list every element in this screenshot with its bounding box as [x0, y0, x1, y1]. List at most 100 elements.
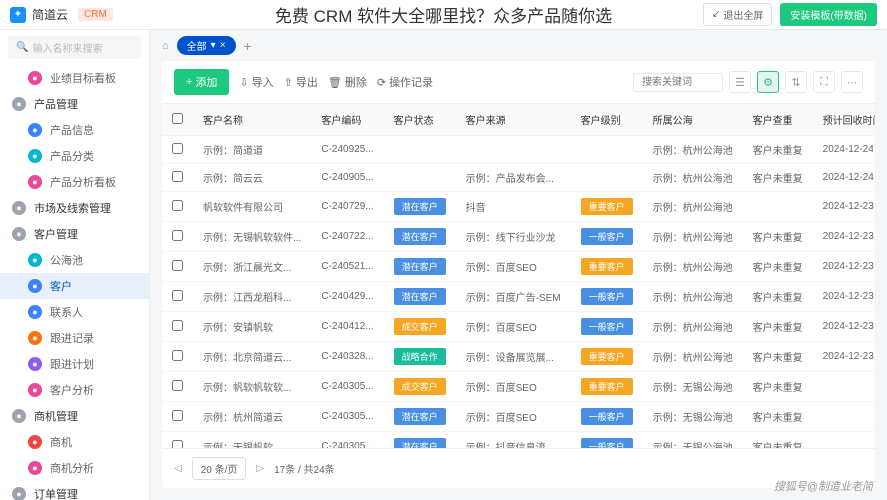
- table-row[interactable]: 示例：杭州简道云C-240305...潜在客户示例：百度SEO 一般客户示例：无…: [162, 402, 875, 432]
- sidebar-item[interactable]: ●产品管理: [0, 91, 149, 117]
- log-button[interactable]: ⟳ 操作记录: [377, 74, 433, 90]
- table-row[interactable]: 示例：帆软帆软软...C-240305...成交客户示例：百度SEO 重要客户示…: [162, 372, 875, 402]
- next-page-button[interactable]: ▷: [256, 463, 264, 474]
- nav-icon: ●: [28, 435, 42, 449]
- row-checkbox[interactable]: [172, 171, 183, 182]
- column-header[interactable]: 客户来源: [456, 104, 571, 136]
- sidebar-item[interactable]: ●客户管理: [0, 221, 149, 247]
- logo-area: ✦ 简道云 CRM: [10, 6, 113, 23]
- import-button[interactable]: ⇩ 导入: [239, 74, 273, 90]
- tab-add-button[interactable]: +: [244, 38, 252, 54]
- column-header[interactable]: 客户状态: [384, 104, 456, 136]
- sidebar-item[interactable]: ●联系人: [0, 299, 149, 325]
- prev-page-button[interactable]: ◁: [174, 463, 182, 474]
- sidebar-item[interactable]: ●客户分析: [0, 377, 149, 403]
- row-checkbox[interactable]: [172, 143, 183, 154]
- table-row[interactable]: 示例：浙江晨光文...C-240521...潜在客户示例：百度SEO 重要客户示…: [162, 252, 875, 282]
- column-header[interactable]: [162, 104, 193, 136]
- nav-icon: ●: [28, 279, 42, 293]
- table-wrap[interactable]: 客户名称客户编码客户状态客户来源客户级别所属公海客户查重预计回收时间所属行业客 …: [162, 104, 875, 448]
- sidebar-item[interactable]: ●商机分析: [0, 455, 149, 481]
- column-header[interactable]: 客户级别: [571, 104, 643, 136]
- close-icon[interactable]: ×: [220, 40, 226, 51]
- nav-icon: ●: [12, 409, 26, 423]
- settings-icon[interactable]: ⚙: [757, 71, 779, 93]
- logo-icon: ✦: [10, 7, 26, 23]
- column-header[interactable]: 客户编码: [311, 104, 383, 136]
- main-area: ⌂ 全部 ▾ × + + 添加 ⇩ 导入 ⇧ 导出 🗑 删除 ⟳ 操作记录 ☰ …: [150, 30, 887, 500]
- sidebar-item[interactable]: ●跟进计划: [0, 351, 149, 377]
- row-checkbox[interactable]: [172, 260, 183, 271]
- row-checkbox[interactable]: [172, 230, 183, 241]
- sidebar-item[interactable]: ●市场及线索管理: [0, 195, 149, 221]
- table-row[interactable]: 示例：江西龙稻科...C-240429...潜在客户示例：百度广告-SEM 一般…: [162, 282, 875, 312]
- sidebar: 🔍 输入名称来搜索 ●业绩目标看板●产品管理●产品信息●产品分类●产品分析看板●…: [0, 30, 150, 500]
- table-row[interactable]: 示例：安镇帆软C-240412...成交客户示例：百度SEO 一般客户示例：杭州…: [162, 312, 875, 342]
- sort-icon[interactable]: ⇅: [785, 71, 807, 93]
- sidebar-item[interactable]: ●商机管理: [0, 403, 149, 429]
- table-search-input[interactable]: [633, 73, 723, 92]
- nav-icon: ●: [28, 357, 42, 371]
- row-checkbox[interactable]: [172, 410, 183, 421]
- nav-icon: ●: [28, 305, 42, 319]
- column-header[interactable]: 所属公海: [643, 104, 743, 136]
- nav-icon: ●: [12, 97, 26, 111]
- sidebar-item[interactable]: ●产品分类: [0, 143, 149, 169]
- topbar: ✦ 简道云 CRM 免费 CRM 软件大全哪里找？众多产品随你选 ↙ 退出全屏 …: [0, 0, 887, 30]
- sidebar-item[interactable]: ●产品分析看板: [0, 169, 149, 195]
- sidebar-item[interactable]: ●跟进记录: [0, 325, 149, 351]
- sidebar-item[interactable]: ●产品信息: [0, 117, 149, 143]
- nav-icon: ●: [28, 71, 42, 85]
- sidebar-item[interactable]: ●客户: [0, 273, 149, 299]
- sidebar-item[interactable]: ●订单管理: [0, 481, 149, 500]
- tab-all[interactable]: 全部 ▾ ×: [177, 36, 236, 55]
- table-row[interactable]: 示例：简云云C-240905...示例：产品发布会... 示例：杭州公海池客户未…: [162, 164, 875, 192]
- row-checkbox[interactable]: [172, 200, 183, 211]
- nav-icon: ●: [28, 123, 42, 137]
- page-headline: 免费 CRM 软件大全哪里找？众多产品随你选: [275, 2, 612, 27]
- nav-icon: ●: [12, 487, 26, 500]
- delete-button[interactable]: 🗑 删除: [328, 74, 367, 90]
- add-button[interactable]: + 添加: [174, 69, 229, 95]
- page-size-select[interactable]: 20 条/页: [192, 457, 247, 480]
- row-checkbox[interactable]: [172, 290, 183, 301]
- home-icon[interactable]: ⌂: [162, 40, 169, 52]
- export-button[interactable]: ⇧ 导出: [284, 74, 318, 90]
- table-row[interactable]: 示例：无锡帆软C-240305...潜在客户示例：抖音信息流 一般客户示例：无锡…: [162, 432, 875, 449]
- tabs-bar: ⌂ 全部 ▾ × +: [150, 30, 887, 61]
- crm-badge: CRM: [78, 8, 113, 21]
- nav-icon: ●: [28, 383, 42, 397]
- column-header[interactable]: 预计回收时间: [813, 104, 875, 136]
- table-row[interactable]: 示例：简道道C-240925... 示例：杭州公海池客户未重复2024-12-2…: [162, 136, 875, 164]
- watermark: 搜狐号@制造业老简: [774, 478, 873, 494]
- filter-icon[interactable]: ☰: [729, 71, 751, 93]
- table-row[interactable]: 示例：无锡帆软软件...C-240722...潜在客户示例：线下行业沙龙 一般客…: [162, 222, 875, 252]
- select-all-checkbox[interactable]: [172, 113, 183, 124]
- sidebar-item[interactable]: ●公海池: [0, 247, 149, 273]
- page-info: 17条 / 共24条: [274, 461, 335, 476]
- row-checkbox[interactable]: [172, 320, 183, 331]
- nav-icon: ●: [28, 175, 42, 189]
- nav-icon: ●: [12, 201, 26, 215]
- sidebar-search[interactable]: 🔍 输入名称来搜索: [8, 36, 141, 59]
- sidebar-item[interactable]: ●业绩目标看板: [0, 65, 149, 91]
- table-row[interactable]: 示例：北京简道云...C-240328...战略合作示例：设备展览展... 重要…: [162, 342, 875, 372]
- expand-icon[interactable]: ⛶: [813, 71, 835, 93]
- nav-icon: ●: [28, 461, 42, 475]
- row-checkbox[interactable]: [172, 380, 183, 391]
- column-header[interactable]: 客户查重: [743, 104, 813, 136]
- nav-icon: ●: [12, 227, 26, 241]
- row-checkbox[interactable]: [172, 440, 183, 449]
- nav-icon: ●: [28, 253, 42, 267]
- row-checkbox[interactable]: [172, 350, 183, 361]
- nav-icon: ●: [28, 331, 42, 345]
- pagination: ◁ 20 条/页 ▷ 17条 / 共24条: [162, 448, 875, 488]
- nav-icon: ●: [28, 149, 42, 163]
- column-header[interactable]: 客户名称: [193, 104, 311, 136]
- logo-text: 简道云: [32, 6, 68, 23]
- table-row[interactable]: 帆软软件有限公司C-240729...潜在客户抖音 重要客户示例：杭州公海池20…: [162, 192, 875, 222]
- exit-fullscreen-button[interactable]: ↙ 退出全屏: [703, 3, 772, 26]
- sidebar-item[interactable]: ●商机: [0, 429, 149, 455]
- more-icon[interactable]: ⋯: [841, 71, 863, 93]
- install-template-button[interactable]: 安装模板(带数据): [780, 3, 877, 26]
